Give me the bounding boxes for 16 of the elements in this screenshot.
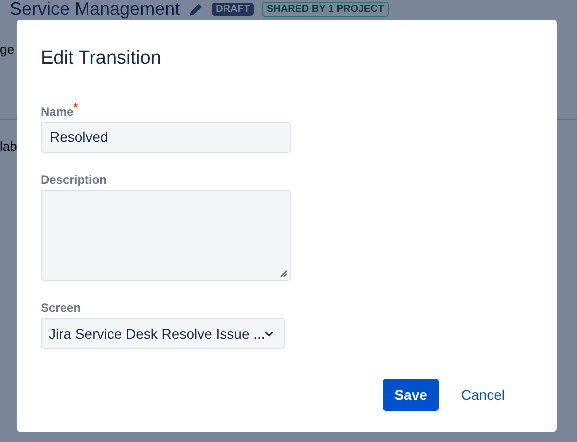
cancel-link[interactable]: Cancel [449,379,517,411]
status-badge: SHARED BY 1 PROJECT [262,2,390,17]
screen-dropdown[interactable]: Jira Service Desk Resolve Issue ... [41,318,285,349]
save-button[interactable]: Save [382,379,440,411]
required-mark: * [74,102,78,114]
status-badge: DRAFT [212,3,254,16]
field-label: Screen [41,301,82,315]
pencil-icon[interactable] [188,2,204,18]
name-input[interactable]: Resolved [41,122,291,153]
resize-handle-icon[interactable] [280,270,288,278]
chevron-down-icon [265,330,274,336]
page-text: lab [0,139,18,154]
page-text: ge [0,42,14,57]
field-label: Description [41,173,108,187]
dialog-title: Edit Transition [41,48,162,70]
page-title: Service Management [10,0,180,19]
